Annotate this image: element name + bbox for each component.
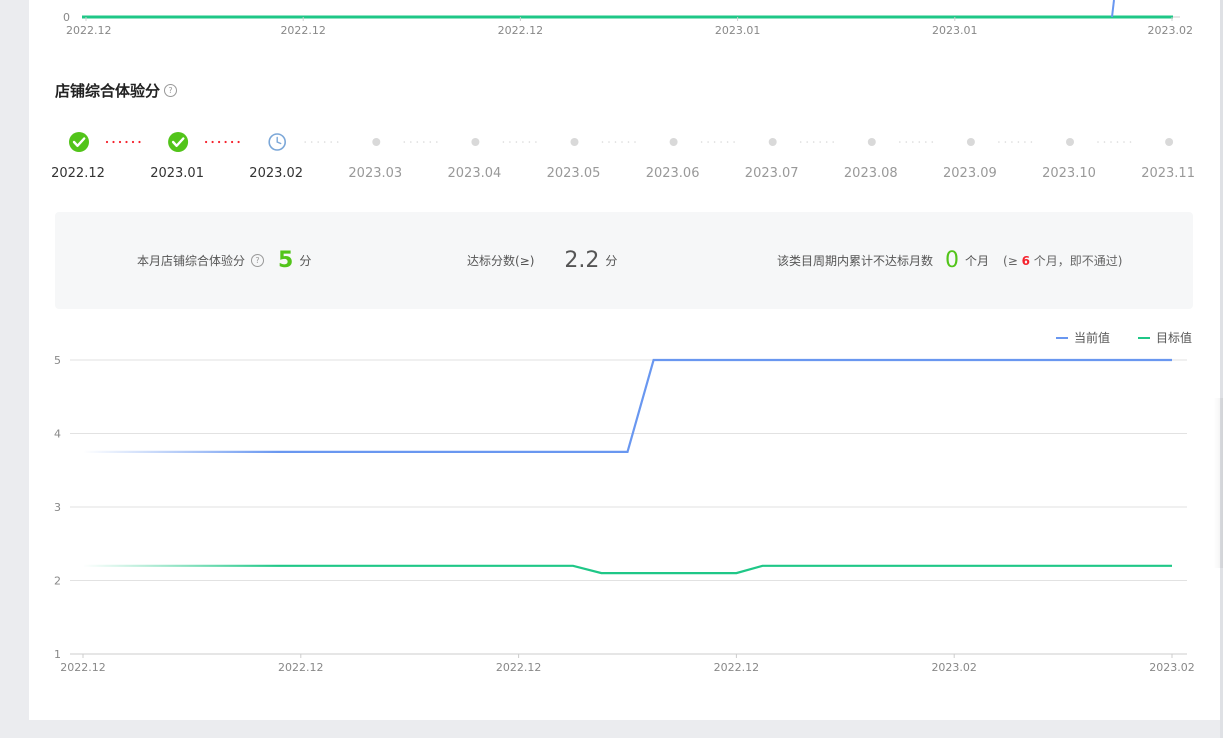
score-trend-chart: 1 2 3 4 5 2022.12 2022.12 2022.12 2022.12 2023.0… xyxy=(54,354,1195,674)
y-tick-label: 1 xyxy=(54,648,61,661)
y-tick-label: 3 xyxy=(54,501,61,514)
x-tick-label: 2022.12 xyxy=(60,661,106,674)
x-tick-label: 2022.12 xyxy=(278,661,324,674)
y-tick-label: 4 xyxy=(54,428,61,441)
y-tick-label: 2 xyxy=(54,575,61,588)
series-line-current xyxy=(83,358,1172,453)
series-line-target xyxy=(83,564,1172,575)
x-tick-label: 2022.12 xyxy=(714,661,760,674)
y-tick-label: 5 xyxy=(54,354,61,367)
x-tick-label: 2023.02 xyxy=(931,661,977,674)
x-tick-label: 2022.12 xyxy=(496,661,542,674)
x-tick-label: 2023.02 xyxy=(1149,661,1195,674)
